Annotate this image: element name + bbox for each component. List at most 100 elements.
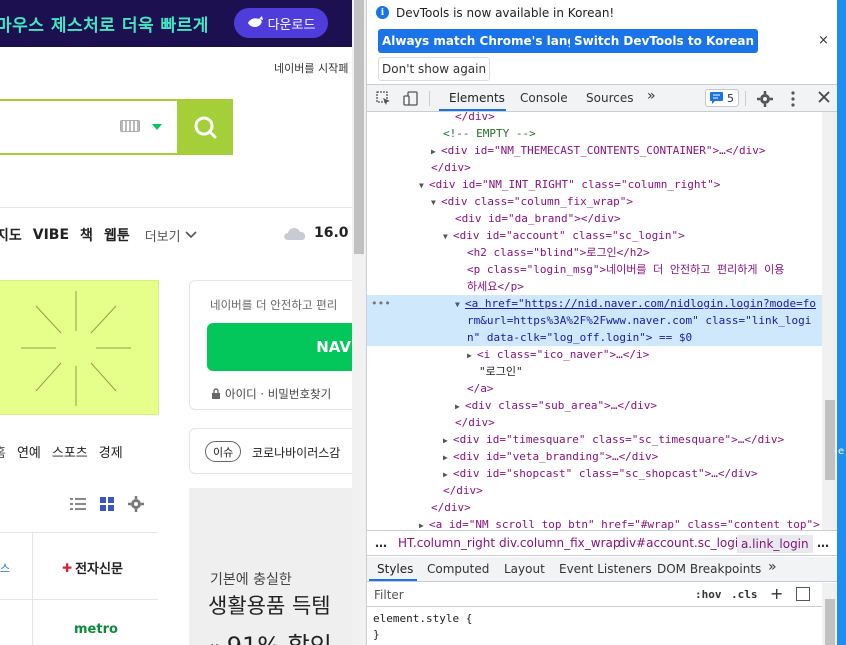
nav-book[interactable]: 책 (80, 225, 93, 245)
expand-arrow-icon[interactable]: ▶ (419, 517, 429, 530)
collapse-arrow-icon[interactable]: ▼ (443, 228, 453, 245)
dom-node[interactable]: </div> (367, 414, 822, 431)
dom-node[interactable]: 하세요</p> (367, 278, 822, 295)
weather-widget[interactable]: 16.0 (282, 224, 349, 242)
dom-node[interactable]: ▶ <div id="NM_THEMECAST_CONTENTS_CONTAINE… (367, 142, 822, 159)
tab-sources[interactable]: Sources (586, 91, 633, 105)
shopping-banner[interactable] (189, 488, 352, 645)
expand-arrow-icon[interactable]: ▶ (443, 432, 453, 449)
breadcrumb-item[interactable]: div.column_fix_wrap (499, 536, 621, 550)
styles-filter-input[interactable]: Filter (374, 588, 404, 602)
styles-scrollbar[interactable] (822, 583, 838, 645)
tab-entertainment[interactable]: 연예 (17, 442, 41, 461)
dom-node[interactable]: </a> (367, 380, 822, 397)
switch-to-korean-button[interactable]: Switch DevTools to Korean (570, 29, 759, 53)
press-metro[interactable]: metro (74, 622, 118, 637)
more-tabs-icon[interactable]: » (768, 559, 777, 575)
dom-scrollbar[interactable] (822, 112, 838, 530)
nav-more-button[interactable]: 더보기 (145, 226, 197, 245)
download-button[interactable]: 다운로드 (234, 8, 328, 38)
issues-counter[interactable]: 5 (705, 89, 739, 107)
close-devtools-icon[interactable] (818, 91, 830, 103)
breadcrumb-item-active[interactable]: a.link_login (737, 535, 813, 553)
tab-elements[interactable]: Elements (449, 91, 505, 105)
dom-node[interactable]: ▼ <div class="column_fix_wrap"> (367, 193, 822, 210)
tab-event-listeners[interactable]: Event Listeners (559, 562, 652, 576)
ad-banner[interactable] (0, 280, 159, 415)
search-button[interactable] (177, 99, 233, 155)
dom-node[interactable]: ▶ <div class="sub_area">…</div> (367, 397, 822, 414)
collapse-arrow-icon[interactable]: ▼ (431, 194, 441, 211)
dom-node[interactable]: <h2 class="blind">로그인</h2> (367, 244, 822, 261)
dont-show-again-button[interactable]: Don't show again (378, 57, 491, 81)
set-homepage-link[interactable]: 네이버를 시작페 (274, 60, 348, 76)
tab-dom-breakpoints[interactable]: DOM Breakpoints (657, 562, 761, 576)
dom-node-selected[interactable]: rm&url=https%3A%2F%2Fwww.naver.com" clas… (367, 312, 822, 329)
dom-node-selected[interactable]: ••• ▼ <a href="https://nid.naver.com/nidlo… (367, 295, 822, 312)
dom-tree[interactable]: </div> <!-- EMPTY --> ▶ <div id="NM_THEME… (367, 112, 822, 530)
issue-text[interactable]: 코로나바이러스감 (252, 444, 340, 461)
settings-gear-icon[interactable] (757, 91, 773, 107)
tab-home[interactable]: 홈 (0, 442, 6, 461)
nav-map[interactable]: 지도 (0, 225, 22, 245)
close-icon[interactable]: × (818, 33, 829, 48)
expand-arrow-icon[interactable]: ▶ (443, 449, 453, 466)
nav-webtoon[interactable]: 웹툰 (104, 225, 130, 245)
styles-scrollbar-thumb[interactable] (825, 599, 835, 645)
whale-promo-banner[interactable]: 마우스 제스처로 더욱 빠르게 다운로드 (0, 0, 352, 47)
inspect-element-icon[interactable] (376, 91, 391, 106)
dom-node-selected[interactable]: n" data-clk="log_off.login"> == $0 (367, 329, 822, 346)
expand-arrow-icon[interactable]: ▶ (431, 143, 441, 160)
element-style-rule[interactable]: element.style { } (373, 611, 472, 643)
tab-sports[interactable]: 스포츠 (52, 442, 88, 461)
collapse-arrow-icon[interactable]: ▼ (419, 177, 429, 194)
expand-arrow-icon[interactable]: ▶ (467, 347, 477, 364)
device-toolbar-icon[interactable] (403, 91, 418, 106)
dom-node[interactable]: ▶ <div id="shopcast" class="sc_shopcast">… (367, 465, 822, 482)
dom-node[interactable]: </div> (367, 482, 822, 499)
dom-node[interactable]: ▶ <i class="ico_naver">…</i> (367, 346, 822, 363)
list-view-icon[interactable] (70, 497, 86, 511)
breadcrumb-scroll-right[interactable]: … (817, 536, 829, 550)
toggle-sidebar-icon[interactable] (796, 587, 810, 601)
collapse-arrow-icon[interactable]: ▼ (455, 296, 465, 313)
tab-economy[interactable]: 경제 (99, 442, 123, 461)
tab-computed[interactable]: Computed (427, 562, 489, 576)
naver-login-button[interactable]: NAV (207, 323, 352, 371)
dom-node[interactable]: </div> (367, 499, 822, 516)
dom-node[interactable]: <div id="da_brand"></div> (367, 210, 822, 227)
dom-scrollbar-thumb[interactable] (825, 400, 835, 480)
dom-node[interactable]: ▶ <div id="timesquare" class="sc_timesqua… (367, 431, 822, 448)
kebab-menu-icon[interactable] (790, 91, 796, 107)
dom-node[interactable]: <!-- EMPTY --> (367, 125, 822, 142)
dom-node[interactable]: </div> (367, 159, 822, 176)
grid-view-icon[interactable] (100, 497, 114, 511)
find-account-links[interactable]: 아이디 · 비밀번호찾기 (225, 386, 331, 402)
autocomplete-arrow-icon[interactable] (152, 124, 162, 130)
dom-node[interactable]: ▶ <div id="veta_branding">…</div> (367, 448, 822, 465)
more-tabs-icon[interactable]: » (647, 88, 656, 104)
page-scrollbar-thumb[interactable] (354, 0, 364, 254)
breadcrumb-scroll-left[interactable]: … (375, 536, 387, 550)
node-actions-icon[interactable]: ••• (371, 295, 391, 312)
new-style-rule-icon[interactable]: + (770, 584, 783, 603)
dom-node[interactable]: </div> (367, 112, 822, 125)
nav-vibe[interactable]: VIBE (33, 227, 69, 243)
login-sub-links[interactable]: 아이디 · 비밀번호찾기 (211, 386, 331, 402)
gear-icon[interactable] (128, 496, 144, 512)
class-toggle[interactable]: .cls (731, 588, 758, 601)
dom-node[interactable]: "로그인" (367, 363, 822, 380)
breadcrumb-item[interactable]: HT.column_right (398, 536, 495, 550)
breadcrumb-item[interactable]: div#account.sc_login (618, 536, 746, 550)
press-logo-partial[interactable]: 스 (0, 560, 10, 576)
keyboard-icon[interactable] (120, 120, 140, 132)
hover-state-toggle[interactable]: :hov (695, 588, 722, 601)
dom-node[interactable]: <p class="login_msg">네이버를 더 안전하고 편리하게 이용 (367, 261, 822, 278)
tab-layout[interactable]: Layout (504, 562, 545, 576)
expand-arrow-icon[interactable]: ▶ (455, 398, 465, 415)
expand-arrow-icon[interactable]: ▶ (443, 466, 453, 483)
tab-console[interactable]: Console (520, 91, 568, 105)
dom-node[interactable]: ▶ <a id="NM_scroll_top_btn" href="#wrap" … (367, 516, 822, 530)
press-etnews[interactable]: ✚ 전자신문 (62, 558, 123, 578)
tab-styles[interactable]: Styles (377, 562, 413, 576)
